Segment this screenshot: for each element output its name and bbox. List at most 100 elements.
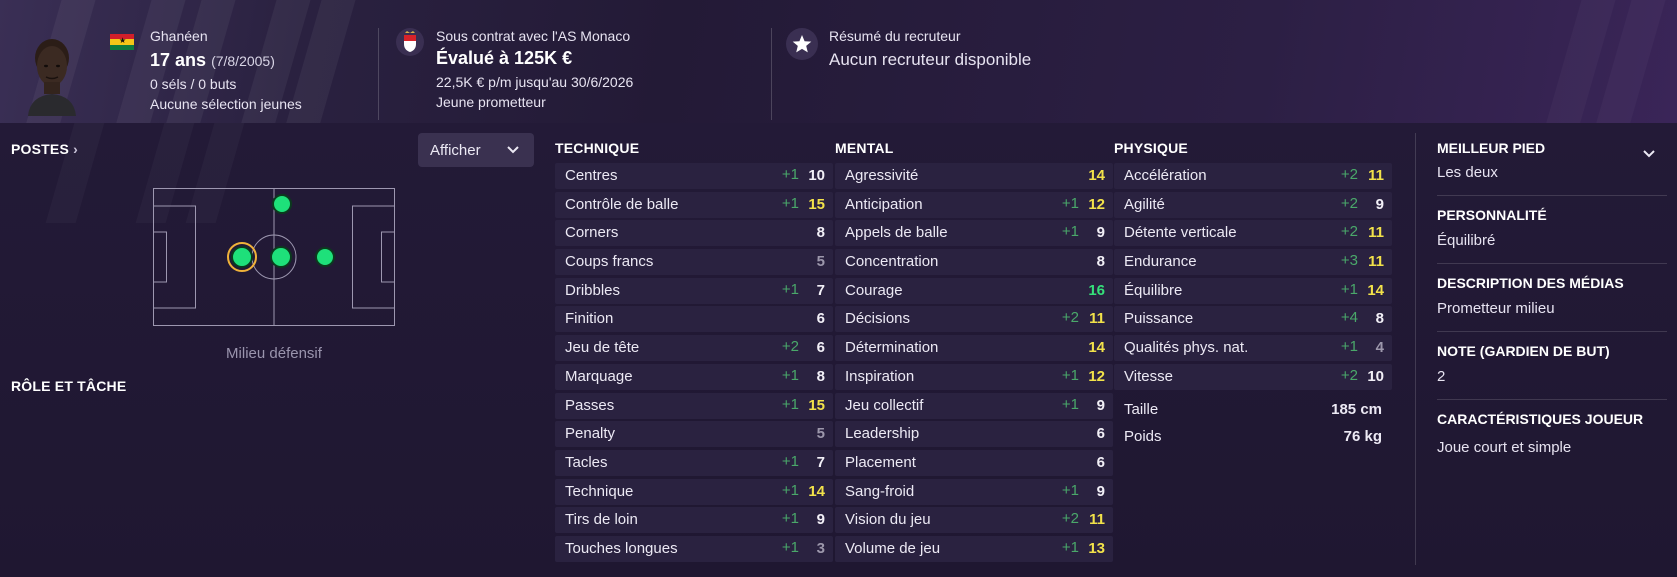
attribute-row[interactable]: Finition 6 xyxy=(555,306,833,333)
attribute-delta: +1 xyxy=(781,366,799,384)
attribute-value: 9 xyxy=(1096,224,1105,242)
afficher-dropdown[interactable]: Afficher xyxy=(418,133,534,167)
attribute-row[interactable]: Tacles +1 7 xyxy=(555,449,833,476)
attribute-delta: +1 xyxy=(781,452,799,470)
positions-title: POSTES xyxy=(11,141,69,157)
position-dot-primary xyxy=(227,242,257,272)
player-status: Jeune prometteur xyxy=(436,94,546,110)
attribute-delta: +1 xyxy=(1061,395,1079,413)
attribute-name: Tacles xyxy=(565,453,608,471)
attribute-delta: +1 xyxy=(1340,338,1358,356)
attribute-row[interactable]: Détermination 14 xyxy=(835,335,1113,362)
club-badge-icon[interactable] xyxy=(396,28,424,56)
positions-link[interactable]: POSTES › xyxy=(11,141,78,157)
attribute-delta: +1 xyxy=(781,538,799,556)
birthdate: (7/8/2005) xyxy=(211,53,275,69)
attribute-value: 12 xyxy=(1088,367,1105,385)
attribute-row[interactable]: Concentration 8 xyxy=(835,249,1113,276)
attribute-row[interactable]: Agressivité 14 xyxy=(835,163,1113,189)
attribute-row[interactable]: Décisions +2 11 xyxy=(835,306,1113,333)
attribute-row[interactable]: Sang-froid +1 9 xyxy=(835,478,1113,505)
attribute-value: 6 xyxy=(816,310,825,328)
scout-label: Résumé du recruteur xyxy=(829,28,961,44)
position-pitch xyxy=(153,188,395,326)
attribute-row[interactable]: Marquage +1 8 xyxy=(555,363,833,390)
attribute-value: 5 xyxy=(816,425,825,443)
right-panel-separator xyxy=(1415,133,1416,565)
attribute-row[interactable]: Accélération +2 11 xyxy=(1114,163,1392,189)
divider xyxy=(1437,399,1667,400)
attribute-row[interactable]: Endurance +3 11 xyxy=(1114,249,1392,276)
role-title[interactable]: RÔLE ET TÂCHE xyxy=(11,378,126,394)
attribute-delta: +1 xyxy=(1061,223,1079,241)
attribute-row[interactable]: Penalty 5 xyxy=(555,421,833,448)
attribute-row[interactable]: Tirs de loin +1 9 xyxy=(555,507,833,534)
attribute-value: 5 xyxy=(816,253,825,271)
attribute-name: Placement xyxy=(845,453,916,471)
media-value: Prometteur milieu xyxy=(1437,300,1555,317)
attribute-name: Volume de jeu xyxy=(845,539,941,557)
attribute-row[interactable]: Puissance +4 8 xyxy=(1114,306,1392,333)
attribute-row[interactable]: Courage 16 xyxy=(835,277,1113,304)
attribute-row[interactable]: Jeu collectif +1 9 xyxy=(835,392,1113,419)
attribute-row[interactable]: Appels de balle +1 9 xyxy=(835,220,1113,247)
attribute-delta: +4 xyxy=(1340,309,1358,327)
attribute-row[interactable]: Volume de jeu +1 13 xyxy=(835,535,1113,562)
attribute-value: 15 xyxy=(808,195,825,213)
attribute-name: Accélération xyxy=(1124,167,1207,184)
attribute-name: Concentration xyxy=(845,253,939,271)
weight-value: 76 kg xyxy=(1343,428,1382,445)
attribute-value: 6 xyxy=(1096,425,1105,443)
attribute-name: Penalty xyxy=(565,425,616,443)
attribute-name: Passes xyxy=(565,396,615,414)
attribute-value: 11 xyxy=(1368,253,1384,271)
attribute-value: 9 xyxy=(1096,396,1105,414)
personality-value: Équilibré xyxy=(1437,232,1496,249)
attribute-row[interactable]: Anticipation +1 12 xyxy=(835,191,1113,218)
weight-label: Poids xyxy=(1124,428,1162,445)
divider xyxy=(1437,263,1667,264)
attribute-name: Détermination xyxy=(845,339,939,357)
attribute-name: Agilité xyxy=(1124,195,1165,213)
player-avatar xyxy=(28,39,76,116)
attribute-delta: +2 xyxy=(1340,194,1358,212)
attribute-value: 10 xyxy=(808,167,825,184)
attribute-row[interactable]: Technique +1 14 xyxy=(555,478,833,505)
attribute-name: Marquage xyxy=(565,367,633,385)
attribute-row[interactable]: Qualités phys. nat. +1 4 xyxy=(1114,335,1392,362)
attribute-row[interactable]: Passes +1 15 xyxy=(555,392,833,419)
chevron-down-icon[interactable] xyxy=(1642,146,1656,160)
attribute-row[interactable]: Touches longues +1 3 xyxy=(555,535,833,562)
attribute-row[interactable]: Placement 6 xyxy=(835,449,1113,476)
position-dot xyxy=(270,246,292,268)
attribute-delta: +1 xyxy=(1061,481,1079,499)
player-age: 17 ans (7/8/2005) xyxy=(150,50,275,71)
attribute-name: Détente verticale xyxy=(1124,224,1237,242)
attribute-row[interactable]: Corners 8 xyxy=(555,220,833,247)
attribute-value: 8 xyxy=(1096,253,1105,271)
attribute-name: Coups francs xyxy=(565,253,654,271)
attribute-row[interactable]: Détente verticale +2 11 xyxy=(1114,220,1392,247)
attribute-delta: +1 xyxy=(781,166,799,183)
attribute-value: 12 xyxy=(1088,195,1105,213)
attribute-row[interactable]: Jeu de tête +2 6 xyxy=(555,335,833,362)
attribute-row[interactable]: Équilibre +1 14 xyxy=(1114,277,1392,304)
attribute-row[interactable]: Contrôle de balle +1 15 xyxy=(555,191,833,218)
attribute-row[interactable]: Centres +1 10 xyxy=(555,163,833,189)
star-icon xyxy=(786,28,818,60)
attribute-row[interactable]: Vitesse +2 10 xyxy=(1114,363,1392,390)
attribute-row[interactable]: Inspiration +1 12 xyxy=(835,363,1113,390)
attribute-row[interactable]: Vision du jeu +2 11 xyxy=(835,507,1113,534)
attribute-name: Sang-froid xyxy=(845,482,915,500)
attribute-row[interactable]: Leadership 6 xyxy=(835,421,1113,448)
technique-attributes: Centres +1 10 Contrôle de balle +1 15 Corners 8… xyxy=(555,163,833,565)
attribute-value: 11 xyxy=(1089,511,1105,529)
attribute-row[interactable]: Coups francs 5 xyxy=(555,249,833,276)
attribute-delta: +1 xyxy=(1061,194,1079,212)
attribute-row[interactable]: Dribbles +1 7 xyxy=(555,277,833,304)
attribute-name: Agressivité xyxy=(845,167,919,184)
afficher-label: Afficher xyxy=(430,141,481,159)
attribute-row[interactable]: Agilité +2 9 xyxy=(1114,191,1392,218)
gk-rating-title: NOTE (GARDIEN DE BUT) xyxy=(1437,343,1610,359)
scout-value: Aucun recruteur disponible xyxy=(829,50,1032,69)
